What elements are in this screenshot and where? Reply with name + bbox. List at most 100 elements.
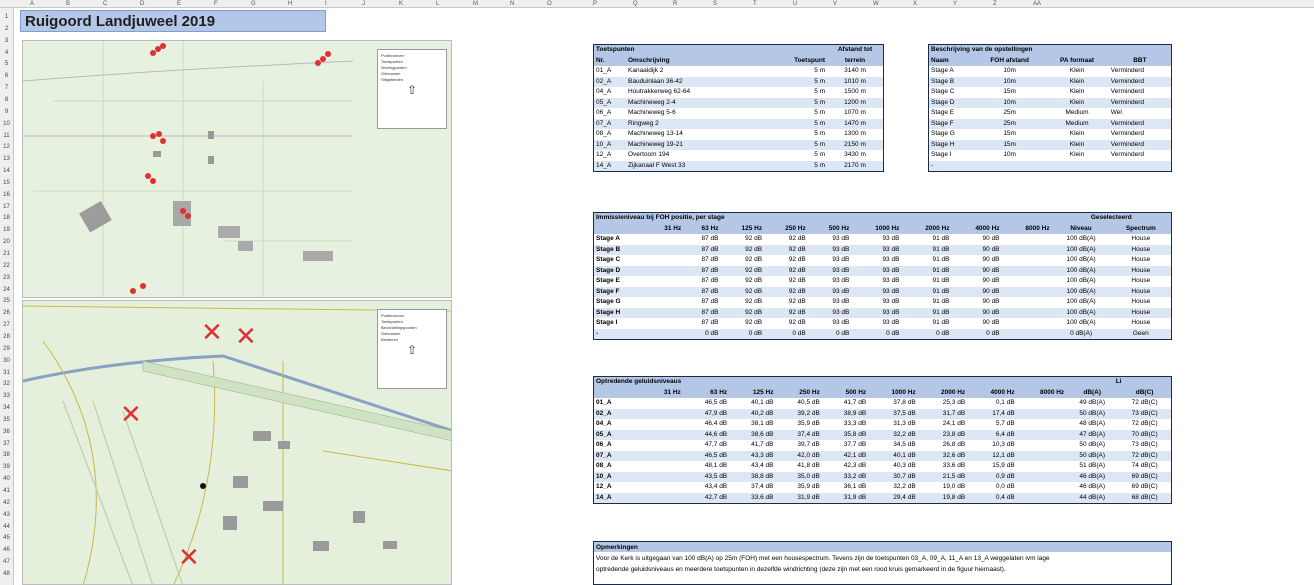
table-cell[interactable]: 87 dB xyxy=(683,286,721,297)
column-header[interactable]: I xyxy=(325,0,327,8)
table-cell[interactable]: Bauduinlaan 36-42 xyxy=(626,76,776,87)
table-cell[interactable]: Verminderd xyxy=(1108,97,1171,108)
table-cell[interactable]: 100 dB(A) xyxy=(1051,286,1111,297)
table-cell[interactable]: 90 dB xyxy=(951,318,1001,329)
row-header[interactable]: 29 xyxy=(0,344,13,355)
table-cell[interactable]: 38,6 dB xyxy=(729,429,776,440)
table-cell[interactable] xyxy=(1016,492,1067,503)
table-cell[interactable]: 90 dB xyxy=(951,255,1001,266)
table-cell[interactable]: Stage B xyxy=(929,76,974,87)
table-cell[interactable]: Stage A xyxy=(929,66,974,77)
table-cell[interactable]: 87 dB xyxy=(683,307,721,318)
table-cell[interactable]: 5 m xyxy=(776,139,828,150)
row-header[interactable]: 24 xyxy=(0,285,13,296)
column-header[interactable]: L xyxy=(436,0,439,8)
table-cell[interactable] xyxy=(1017,419,1067,430)
table-cell[interactable]: Verminderd xyxy=(1109,66,1171,77)
table-cell[interactable]: 33,3 dB xyxy=(822,419,868,430)
table-cell[interactable] xyxy=(646,482,683,493)
table-cell[interactable]: 0,1 dB xyxy=(967,398,1017,409)
column-header[interactable]: H xyxy=(288,0,292,8)
table-cell[interactable]: Kanaaldijk 2 xyxy=(626,66,776,77)
table-cell[interactable]: Klein xyxy=(1045,66,1108,77)
row-header[interactable]: 45 xyxy=(0,533,13,544)
column-header[interactable]: Z xyxy=(993,0,997,8)
column-header[interactable]: V xyxy=(833,0,837,8)
table-cell[interactable]: 3140 m xyxy=(827,66,883,77)
table-cell[interactable]: 87 dB xyxy=(683,265,721,276)
table-cell[interactable]: Stage G xyxy=(929,129,974,140)
table-cell[interactable]: 93 dB xyxy=(851,276,901,287)
table-cell[interactable] xyxy=(646,318,683,329)
table-cell[interactable]: 92 dB xyxy=(764,265,808,276)
table-cell[interactable]: Stage I xyxy=(594,318,646,329)
table-cell[interactable]: 90 dB xyxy=(951,297,1001,308)
column-header[interactable]: E xyxy=(177,0,181,8)
row-header[interactable]: 39 xyxy=(0,462,13,473)
column-header[interactable]: S xyxy=(713,0,717,8)
table-cell[interactable]: 38,1 dB xyxy=(729,419,775,430)
table-cell[interactable]: 92 dB xyxy=(764,234,808,245)
table-cell[interactable]: 0 dB xyxy=(683,328,721,339)
table-cell[interactable]: 47,9 dB xyxy=(682,408,730,419)
table-cell[interactable]: - xyxy=(594,328,646,339)
table-cell[interactable]: House xyxy=(1111,255,1171,266)
table-cell[interactable]: 93 dB xyxy=(851,255,901,266)
table-cell[interactable]: Machineweg 19-21 xyxy=(626,139,776,150)
column-header[interactable]: G xyxy=(251,0,256,8)
column-header[interactable]: O xyxy=(547,0,552,8)
table-cell[interactable]: House xyxy=(1111,318,1171,329)
table-cell[interactable] xyxy=(646,408,683,419)
row-header[interactable]: 8 xyxy=(0,95,13,106)
table-cell[interactable]: 100 dB(A) xyxy=(1052,276,1111,287)
table-cell[interactable]: House xyxy=(1111,276,1171,287)
row-header[interactable]: 17 xyxy=(0,202,13,213)
row-header[interactable]: 20 xyxy=(0,237,13,248)
table-cell[interactable] xyxy=(646,234,683,245)
table-cell[interactable] xyxy=(646,297,683,308)
table-cell[interactable]: 92 dB xyxy=(764,307,808,318)
table-cell[interactable]: 87 dB xyxy=(683,255,720,266)
table-cell[interactable]: Stage B xyxy=(594,244,646,255)
table-cell[interactable]: 25m xyxy=(974,118,1046,129)
table-cell[interactable]: 93 dB xyxy=(851,286,902,297)
row-header[interactable]: 12 xyxy=(0,142,13,153)
column-header[interactable]: W xyxy=(873,0,879,8)
table-cell[interactable]: 93 dB xyxy=(851,265,902,276)
table-cell[interactable]: 100 dB(A) xyxy=(1051,244,1111,255)
column-header[interactable]: P xyxy=(593,0,597,8)
table-cell[interactable]: 92 dB xyxy=(720,234,764,245)
table-cell[interactable]: 93 dB xyxy=(808,297,852,308)
table-cell[interactable]: 50 dB(A) xyxy=(1066,450,1119,461)
table-cell[interactable]: 47,7 dB xyxy=(683,440,729,451)
table-cell[interactable]: 0 dB xyxy=(764,328,808,339)
row-header[interactable]: 36 xyxy=(0,427,13,438)
table-cell[interactable]: 10m xyxy=(974,97,1046,108)
table-cell[interactable] xyxy=(1002,255,1052,266)
table-cell[interactable]: 44 dB(A) xyxy=(1066,492,1119,503)
column-header[interactable]: B xyxy=(66,0,70,8)
table-cell[interactable]: 5 m xyxy=(776,87,827,98)
table-cell[interactable] xyxy=(646,244,684,255)
table-cell[interactable]: Verminderd xyxy=(1109,150,1171,161)
table-cell[interactable] xyxy=(646,471,683,482)
row-header[interactable]: 14 xyxy=(0,166,13,177)
table-cell[interactable]: 40,2 dB xyxy=(729,408,776,419)
table-cell[interactable]: 02_A xyxy=(594,408,646,419)
table-cell[interactable]: 43,5 dB xyxy=(682,471,730,482)
table-cell[interactable]: 100 dB(A) xyxy=(1052,234,1111,245)
table-cell[interactable]: 92 dB xyxy=(764,276,808,287)
row-header[interactable]: 7 xyxy=(0,83,13,94)
table-cell[interactable]: 37,5 dB xyxy=(868,408,918,419)
table-cell[interactable]: 91 dB xyxy=(901,297,951,308)
table-cell[interactable]: 46 dB(A) xyxy=(1066,471,1119,482)
table-cell[interactable]: 42,3 dB xyxy=(822,461,868,472)
table-cell[interactable]: 92 dB xyxy=(764,244,808,255)
table-cell[interactable]: 40,3 dB xyxy=(868,461,918,472)
table-cell[interactable]: 92 dB xyxy=(764,297,808,308)
table-cell[interactable]: 07_A xyxy=(594,450,646,461)
table-cell[interactable]: 70 dB(C) xyxy=(1118,429,1171,440)
row-header[interactable]: 18 xyxy=(0,213,13,224)
table-cell[interactable]: 43,3 dB xyxy=(729,450,776,461)
column-header[interactable]: A xyxy=(30,0,34,8)
